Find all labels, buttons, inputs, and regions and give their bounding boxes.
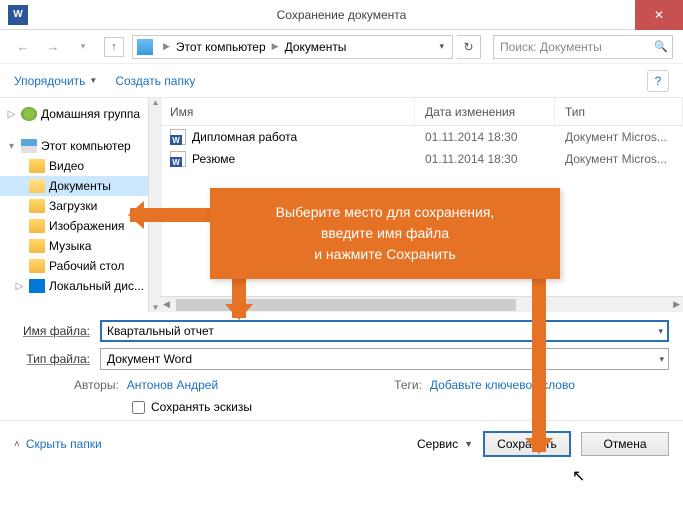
thumbnails-checkbox[interactable] xyxy=(132,401,145,414)
toolbar: Упорядочить▼ Создать папку ? xyxy=(0,64,683,98)
thumbnails-label: Сохранять эскизы xyxy=(151,400,252,414)
column-name[interactable]: Имя xyxy=(160,98,415,125)
file-row[interactable]: Резюме 01.11.2014 18:30 Документ Micros.… xyxy=(160,148,683,170)
save-form: Имя файла: Квартальный отчет▾ Тип файла:… xyxy=(0,312,683,420)
collapse-icon[interactable]: ▾ xyxy=(6,141,17,152)
windows-icon xyxy=(29,279,45,293)
file-row[interactable]: Дипломная работа 01.11.2014 18:30 Докуме… xyxy=(160,126,683,148)
breadcrumb-root[interactable]: Этот компьютер xyxy=(176,40,266,54)
refresh-button[interactable]: ↻ xyxy=(457,35,481,59)
folder-icon xyxy=(29,219,45,233)
breadcrumb[interactable]: ▶ Этот компьютер ▶ Документы ▾ xyxy=(132,35,453,59)
close-button[interactable]: ✕ xyxy=(635,0,683,30)
back-button[interactable]: ← xyxy=(10,34,36,60)
sidebar-homegroup[interactable]: ▷ Домашняя группа xyxy=(0,104,159,124)
sidebar-this-pc[interactable]: ▾ Этот компьютер xyxy=(0,136,159,156)
recent-dropdown[interactable]: ▾ xyxy=(70,34,96,60)
sidebar-item-documents[interactable]: Документы xyxy=(0,176,159,196)
search-input[interactable]: Поиск: Документы xyxy=(493,35,673,59)
folder-icon xyxy=(29,259,45,273)
authors-value[interactable]: Антонов Андрей xyxy=(127,378,218,392)
cancel-button[interactable]: Отмена xyxy=(581,432,669,456)
annotation-arrow xyxy=(532,260,546,452)
chevron-right-icon: ▶ xyxy=(163,41,170,52)
window-title: Сохранение документа xyxy=(0,8,683,22)
filetype-select[interactable]: Документ Word▾ xyxy=(100,348,669,370)
breadcrumb-folder[interactable]: Документы xyxy=(285,40,347,54)
tools-menu[interactable]: Сервис▼ xyxy=(417,437,473,451)
footer: ˄ Скрыть папки Сервис▼ Сохранить Отмена xyxy=(0,420,683,467)
folder-icon xyxy=(29,239,45,253)
folder-icon xyxy=(29,199,45,213)
filename-label: Имя файла: xyxy=(14,324,100,338)
chevron-down-icon[interactable]: ▾ xyxy=(435,41,448,52)
hide-folders-button[interactable]: ˄ Скрыть папки xyxy=(14,437,102,451)
homegroup-icon xyxy=(21,107,37,121)
chevron-down-icon[interactable]: ▾ xyxy=(659,354,664,365)
pc-icon xyxy=(137,39,153,55)
pc-icon xyxy=(21,139,37,153)
chevron-down-icon[interactable]: ▾ xyxy=(658,326,663,337)
titlebar: W Сохранение документа ✕ xyxy=(0,0,683,30)
chevron-up-icon: ˄ xyxy=(14,439,20,450)
sidebar-item-localdisk[interactable]: ▷ Локальный дис... xyxy=(0,276,159,296)
nav-bar: ← → ▾ ↑ ▶ Этот компьютер ▶ Документы ▾ ↻… xyxy=(0,30,683,64)
filetype-label: Тип файла: xyxy=(14,352,100,366)
chevron-right-icon: ▶ xyxy=(272,41,279,52)
file-list-header: Имя Дата изменения Тип xyxy=(160,98,683,126)
organize-menu[interactable]: Упорядочить▼ xyxy=(14,74,97,88)
sidebar-item-video[interactable]: Видео xyxy=(0,156,159,176)
folder-icon xyxy=(29,179,45,193)
folder-icon xyxy=(29,159,45,173)
forward-button: → xyxy=(40,34,66,60)
sidebar-item-music[interactable]: Музыка xyxy=(0,236,159,256)
sidebar-item-desktop[interactable]: Рабочий стол xyxy=(0,256,159,276)
word-doc-icon xyxy=(170,129,186,145)
up-button[interactable]: ↑ xyxy=(104,37,124,57)
column-date[interactable]: Дата изменения xyxy=(415,98,555,125)
sidebar-scrollbar[interactable] xyxy=(148,98,160,312)
new-folder-button[interactable]: Создать папку xyxy=(115,74,195,88)
expand-icon[interactable]: ▷ xyxy=(6,109,17,120)
annotation-callout: Выберите место для сохранения, введите и… xyxy=(210,188,560,279)
chevron-down-icon: ▼ xyxy=(464,439,473,449)
column-type[interactable]: Тип xyxy=(555,98,683,125)
chevron-down-icon: ▼ xyxy=(89,76,97,85)
tags-value[interactable]: Добавьте ключевое слово xyxy=(430,378,575,392)
cursor-icon: ↖ xyxy=(572,466,585,486)
word-doc-icon xyxy=(170,151,186,167)
filename-input[interactable]: Квартальный отчет▾ xyxy=(100,320,669,342)
annotation-arrow xyxy=(130,208,212,222)
tags-label: Теги: xyxy=(394,378,422,392)
help-button[interactable]: ? xyxy=(647,70,669,92)
expand-icon[interactable]: ▷ xyxy=(14,281,25,292)
authors-label: Авторы: xyxy=(74,378,119,392)
